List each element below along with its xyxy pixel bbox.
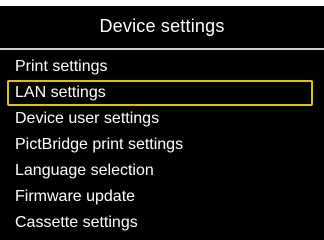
menu-item-cassette-settings[interactable]: Cassette settings [7, 210, 313, 236]
menu-item-firmware-update[interactable]: Firmware update [7, 184, 313, 210]
device-settings-screen: Device settings Print settings LAN setti… [0, 6, 324, 240]
menu-item-device-user-settings[interactable]: Device user settings [7, 106, 313, 132]
title-divider [0, 48, 324, 50]
menu-item-pictbridge-print-settings[interactable]: PictBridge print settings [7, 132, 313, 158]
menu-item-language-selection[interactable]: Language selection [7, 158, 313, 184]
menu-item-print-settings[interactable]: Print settings [7, 54, 313, 80]
settings-menu: Print settings LAN settings Device user … [0, 54, 324, 236]
menu-item-lan-settings[interactable]: LAN settings [7, 80, 313, 106]
page-title: Device settings [0, 6, 324, 46]
